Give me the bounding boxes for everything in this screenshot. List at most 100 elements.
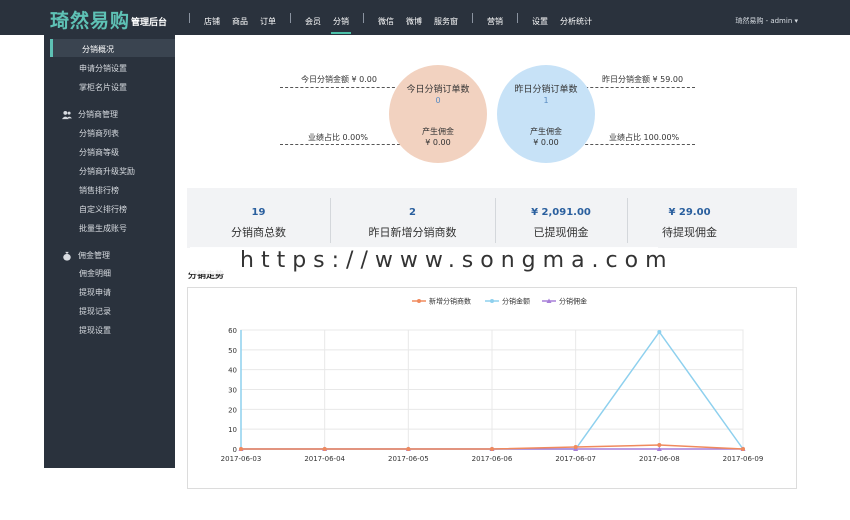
sidebar-item-withdraw-apply[interactable]: 提现申请 bbox=[79, 287, 111, 298]
legend-label: 新增分销商数 bbox=[429, 297, 471, 306]
data-point bbox=[239, 447, 243, 451]
nav-separator bbox=[517, 12, 518, 23]
data-point bbox=[406, 447, 411, 451]
nav-item-goods[interactable]: 商品 bbox=[226, 0, 254, 35]
stat-new-distributors: 2 昨日新增分销商数 bbox=[330, 188, 495, 248]
yesterday-orders-circle: 昨日分销订单数 1 产生佣金 ¥ 0.00 bbox=[497, 65, 595, 163]
nav-item-distribution[interactable]: 分销 bbox=[327, 0, 355, 35]
sidebar-item-distributor-level[interactable]: 分销商等级 bbox=[79, 147, 119, 158]
sidebar-item-sales-ranking[interactable]: 销售排行榜 bbox=[79, 185, 119, 196]
sidebar-item-apply-settings[interactable]: 申请分销设置 bbox=[79, 63, 127, 74]
data-point bbox=[322, 447, 327, 451]
stat-pending-commission: ¥ 29.00 待提现佣金 bbox=[627, 188, 752, 248]
user-menu[interactable]: 琦然易购 - admin ▾ bbox=[735, 16, 798, 26]
nav-item-store[interactable]: 店铺 bbox=[198, 0, 226, 35]
brand-logo[interactable]: 琦然易购 bbox=[50, 6, 130, 33]
overview-panel: 今日分销金额 ¥ 0.00 业绩占比 0.00% 昨日分销金额 ¥ 59.00 … bbox=[270, 55, 710, 175]
leader-line bbox=[280, 87, 400, 88]
x-tick-label: 2017-06-05 bbox=[388, 455, 429, 463]
stat-label: 已提现佣金 bbox=[533, 226, 589, 239]
watermark: https://www.songma.com bbox=[190, 247, 667, 274]
sidebar-group-title: 佣金管理 bbox=[78, 251, 110, 260]
sidebar-item-batch-accounts[interactable]: 批量生成账号 bbox=[79, 223, 127, 234]
trend-chart-svg: 0 10 20 30 40 50 60 2017-06-03 2017-06-04 2017-06… bbox=[221, 297, 764, 464]
circle-count: 0 bbox=[435, 96, 441, 105]
sidebar-item-overview[interactable]: 分销概况 bbox=[82, 44, 114, 55]
circle-value: ¥ 0.00 bbox=[533, 138, 559, 147]
top-bar: 琦然易购 管理后台 店铺 商品 订单 会员 分销 微信 微博 服务窗 营销 设置… bbox=[0, 0, 850, 35]
y-tick-label: 60 bbox=[228, 327, 237, 335]
data-point bbox=[573, 445, 578, 450]
stats-strip: 19 分销商总数 2 昨日新增分销商数 ¥ 2,091.00 已提现佣金 ¥ 2… bbox=[187, 188, 797, 248]
stat-label: 昨日新增分销商数 bbox=[368, 226, 457, 239]
x-tick-label: 2017-06-08 bbox=[639, 455, 680, 463]
y-tick-label: 20 bbox=[228, 406, 237, 414]
sidebar-group-title: 分销商管理 bbox=[78, 110, 118, 119]
circle-title: 昨日分销订单数 bbox=[514, 85, 578, 95]
money-bag-icon bbox=[63, 251, 71, 261]
circle-count: 1 bbox=[543, 96, 549, 105]
circle-label: 产生佣金 bbox=[422, 127, 454, 136]
x-tick-label: 2017-06-04 bbox=[304, 455, 345, 463]
top-nav: 店铺 商品 订单 会员 分销 微信 微博 服务窗 营销 设置 分析统计 bbox=[181, 0, 598, 35]
y-tick-label: 50 bbox=[228, 347, 237, 355]
today-ratio-label: 业绩占比 0.00% bbox=[308, 133, 368, 142]
sidebar-item-upgrade-reward[interactable]: 分销商升级奖励 bbox=[79, 166, 135, 177]
nav-item-wechat[interactable]: 微信 bbox=[372, 0, 400, 35]
trend-chart: 0 10 20 30 40 50 60 2017-06-03 2017-06-04 2017-06… bbox=[187, 287, 797, 489]
data-point bbox=[657, 329, 662, 334]
stat-label: 待提现佣金 bbox=[662, 226, 717, 239]
sidebar-item-commission-detail[interactable]: 佣金明细 bbox=[79, 268, 111, 279]
circle-label: 产生佣金 bbox=[530, 127, 562, 136]
x-tick-label: 2017-06-09 bbox=[723, 455, 764, 463]
leader-line bbox=[280, 144, 400, 145]
sidebar-item-withdraw-settings[interactable]: 提现设置 bbox=[79, 325, 111, 336]
stat-value: 19 bbox=[251, 207, 266, 218]
data-point bbox=[741, 447, 745, 451]
users-icon bbox=[62, 110, 72, 119]
circle-title: 今日分销订单数 bbox=[406, 85, 470, 95]
x-tick-label: 2017-06-03 bbox=[221, 455, 262, 463]
nav-separator bbox=[472, 12, 473, 23]
nav-separator bbox=[189, 12, 190, 23]
stat-value: ¥ 2,091.00 bbox=[531, 207, 591, 218]
sidebar-group-commission[interactable]: 佣金管理 bbox=[62, 250, 110, 261]
nav-item-settings[interactable]: 设置 bbox=[526, 0, 554, 35]
legend-label: 分销金额 bbox=[502, 297, 530, 306]
nav-item-weibo[interactable]: 微博 bbox=[400, 0, 428, 35]
nav-item-members[interactable]: 会员 bbox=[299, 0, 327, 35]
yesterday-amount-label: 昨日分销金额 ¥ 59.00 bbox=[602, 75, 684, 84]
stat-withdrawn-commission: ¥ 2,091.00 已提现佣金 bbox=[495, 188, 627, 248]
x-tick-label: 2017-06-06 bbox=[472, 455, 513, 463]
y-tick-label: 40 bbox=[228, 367, 237, 375]
nav-item-orders[interactable]: 订单 bbox=[254, 0, 282, 35]
sidebar-group-distributors[interactable]: 分销商管理 bbox=[62, 109, 118, 120]
today-orders-circle: 今日分销订单数 0 产生佣金 ¥ 0.00 bbox=[389, 65, 487, 163]
nav-separator bbox=[363, 12, 364, 23]
y-tick-label: 10 bbox=[228, 426, 237, 434]
data-point bbox=[657, 443, 662, 448]
nav-item-analytics[interactable]: 分析统计 bbox=[554, 0, 598, 35]
today-amount-label: 今日分销金额 ¥ 0.00 bbox=[301, 75, 377, 84]
brand-subtitle: 管理后台 bbox=[131, 18, 168, 28]
legend-swatch-marker bbox=[417, 299, 421, 303]
stat-value: 2 bbox=[409, 207, 416, 218]
yesterday-ratio-label: 业绩占比 100.00% bbox=[609, 133, 680, 142]
data-point bbox=[490, 447, 494, 451]
y-tick-label: 30 bbox=[228, 387, 237, 395]
legend-swatch-marker bbox=[490, 299, 494, 303]
nav-item-marketing[interactable]: 营销 bbox=[481, 0, 509, 35]
sidebar-item-custom-ranking[interactable]: 自定义排行榜 bbox=[79, 204, 127, 215]
sidebar-item-card-settings[interactable]: 掌柜名片设置 bbox=[79, 82, 127, 93]
nav-item-service-window[interactable]: 服务窗 bbox=[428, 0, 464, 35]
circle-value: ¥ 0.00 bbox=[425, 138, 451, 147]
nav-separator bbox=[290, 12, 291, 23]
stat-total-distributors: 19 分销商总数 bbox=[187, 188, 330, 248]
legend-label: 分销佣金 bbox=[559, 297, 587, 306]
stat-value: ¥ 29.00 bbox=[668, 207, 711, 218]
x-tick-label: 2017-06-07 bbox=[555, 455, 596, 463]
stat-label: 分销商总数 bbox=[231, 226, 286, 239]
sidebar-item-withdraw-records[interactable]: 提现记录 bbox=[79, 306, 111, 317]
sidebar-item-distributor-list[interactable]: 分销商列表 bbox=[79, 128, 119, 139]
y-tick-label: 0 bbox=[233, 446, 237, 454]
